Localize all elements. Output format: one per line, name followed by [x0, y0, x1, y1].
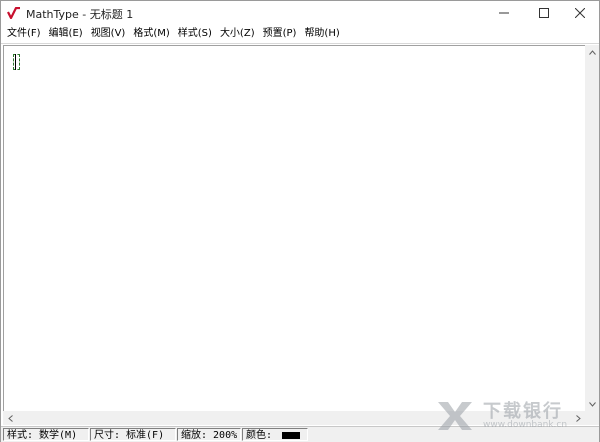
menu-bar: 文件(F) 编辑(E) 视图(V) 格式(M) 样式(S) 大小(Z) 预置(P…: [1, 25, 599, 44]
menu-preferences[interactable]: 预置(P): [259, 25, 301, 43]
scroll-up-button[interactable]: [585, 45, 599, 59]
status-color: 颜色:: [242, 428, 308, 441]
menu-format[interactable]: 格式(M): [129, 25, 173, 43]
chevron-left-icon: [7, 414, 13, 422]
menu-size[interactable]: 大小(Z): [216, 25, 259, 43]
downbank-logo-icon: [438, 402, 472, 430]
watermark-url: www.downbank.cn: [483, 420, 568, 430]
maximize-icon: [539, 8, 549, 18]
status-style: 样式: 数学(M): [3, 428, 89, 441]
menu-edit[interactable]: 编辑(E): [45, 25, 87, 43]
vertical-scrollbar[interactable]: [585, 45, 599, 411]
text-caret: [15, 54, 16, 70]
minimize-icon: [499, 12, 509, 14]
menu-help[interactable]: 帮助(H): [300, 25, 343, 43]
mathtype-logo-icon: [7, 7, 20, 19]
maximize-button[interactable]: [527, 1, 561, 25]
menu-style[interactable]: 样式(S): [174, 25, 216, 43]
color-swatch: [282, 431, 301, 439]
equation-editor-area[interactable]: [3, 45, 585, 412]
scroll-left-button[interactable]: [3, 411, 17, 425]
chevron-up-icon: [588, 49, 596, 55]
menu-file[interactable]: 文件(F): [1, 25, 45, 43]
menu-view[interactable]: 视图(V): [87, 25, 130, 43]
status-zoom: 缩放: 200%: [177, 428, 241, 441]
mathtype-window: MathType - 无标题 1 文件(F) 编辑(E) 视图(V) 格式(M)…: [0, 0, 600, 442]
status-size: 尺寸: 标准(F): [90, 428, 176, 441]
title-bar[interactable]: MathType - 无标题 1: [1, 1, 599, 25]
close-button[interactable]: [563, 1, 597, 25]
watermark: 下载银行 www.downbank.cn: [435, 397, 595, 437]
minimize-button[interactable]: [487, 1, 521, 25]
status-color-label: 颜色:: [246, 430, 273, 441]
window-title: MathType - 无标题 1: [26, 8, 134, 21]
close-icon: [575, 8, 585, 18]
